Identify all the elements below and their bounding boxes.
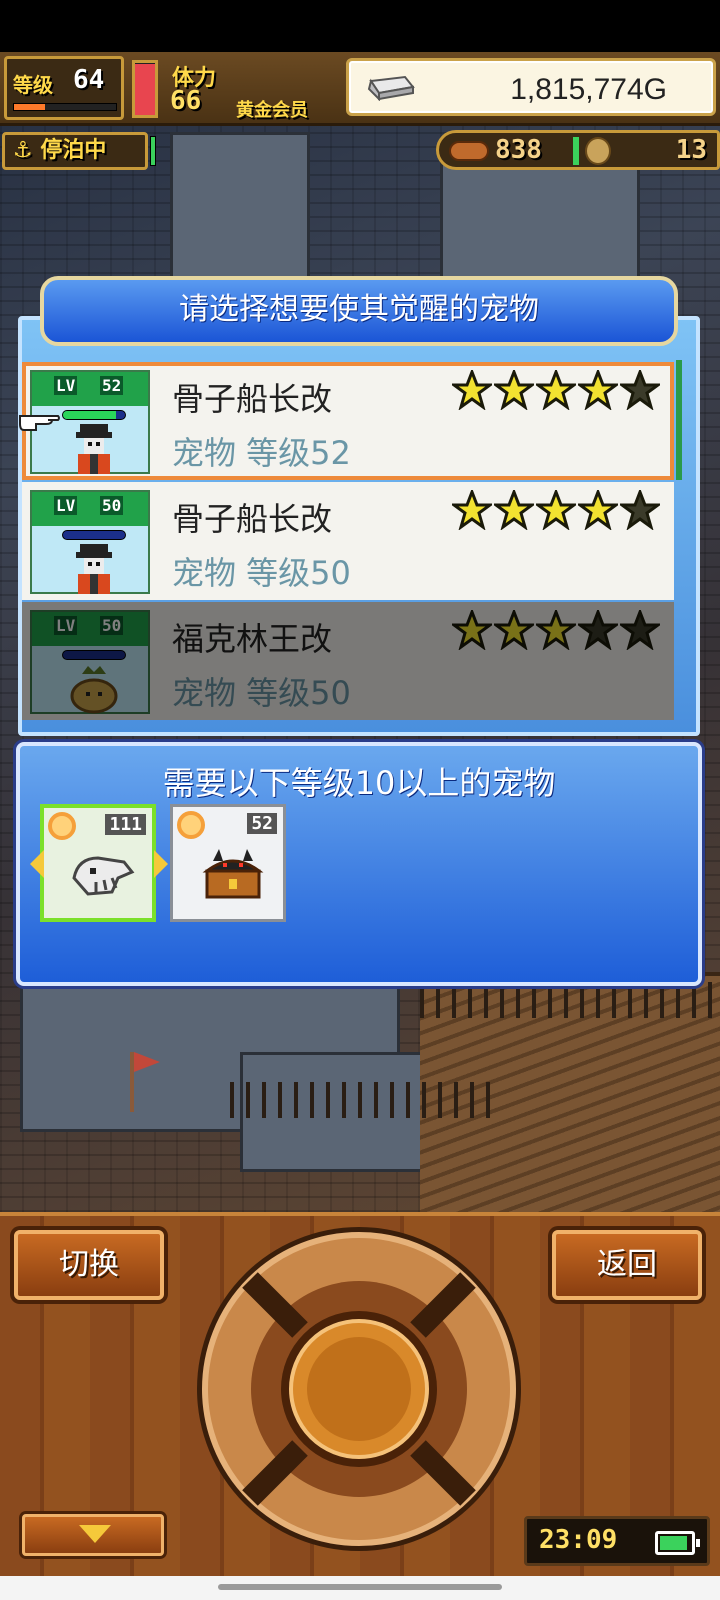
ring-badge-icon [48, 812, 76, 840]
silver-ingot-icon [367, 75, 415, 101]
pet-exp-bar [62, 650, 126, 660]
pet-row[interactable]: LV 50 福克林王改 宠物 等级50 [22, 602, 674, 720]
arrow-right-icon[interactable] [154, 850, 168, 878]
clock-time: 23:09 [539, 1525, 618, 1555]
pet-lv-tag: LV [54, 496, 78, 515]
pet-lv-tag: LV [54, 616, 78, 635]
treasure-chest-cat-sprite [202, 849, 264, 899]
player-level-box: 等级 64 [4, 56, 124, 120]
pet-level-number: 50 [100, 616, 124, 635]
dock-status-text: 停泊中 [40, 138, 107, 163]
pet-level-info: 宠物 等级52 [172, 434, 351, 472]
pouch-creature-sprite [70, 666, 118, 714]
skeleton-captain-sprite [76, 544, 112, 594]
pet-list[interactable]: LV 52 骨子船长改 宠物 等级52 LV 50 骨子船长改 宠物 等级50 … [19, 362, 674, 722]
gold-display[interactable]: 1,815,774G [346, 58, 716, 116]
pet-level-number: 50 [100, 496, 124, 515]
pet-name: 骨子船长改 [172, 500, 333, 538]
required-pet-slot[interactable]: 52 [170, 804, 286, 922]
back-button[interactable]: 返回 [552, 1230, 702, 1300]
bone-dragon-sprite [72, 856, 135, 896]
star-filled-icon [536, 490, 576, 530]
gold-value: 1,815,774G [510, 73, 667, 106]
star-filled-icon [494, 490, 534, 530]
arrow-left-icon[interactable] [30, 850, 44, 878]
level-label: 等级 [13, 73, 53, 97]
status-bar: 等级 64 体力 66 黄金会员 1,815,774G [0, 52, 720, 126]
star-filled-icon [452, 610, 492, 650]
scroll-down-button[interactable] [22, 1514, 164, 1556]
arrow-down-icon [79, 1525, 111, 1543]
dialog-title: 请选择想要使其觉醒的宠物 [40, 276, 678, 346]
pet-rarity-stars [452, 370, 660, 414]
home-indicator[interactable] [218, 1584, 502, 1590]
pet-level-info: 宠物 等级50 [172, 674, 351, 712]
required-pet-level: 111 [105, 814, 146, 835]
star-filled-icon [494, 610, 534, 650]
pet-rarity-stars [452, 490, 660, 534]
fire-badge-icon [177, 811, 205, 839]
pet-level-header [32, 612, 148, 646]
resource-bar: 838 13 [436, 130, 720, 170]
pet-lv-tag: LV [54, 376, 78, 395]
pet-exp-bar [62, 410, 126, 420]
pet-level-number: 52 [100, 376, 124, 395]
pet-thumbnail: LV 50 [30, 610, 150, 714]
dock-indicator [150, 136, 156, 166]
star-empty-icon [620, 370, 660, 410]
star-empty-icon [578, 610, 618, 650]
requirement-panel: 需要以下等级10以上的宠物 111 52 [16, 742, 702, 986]
level-progress-bar [13, 103, 117, 111]
stamina-gauge-fill [135, 64, 155, 115]
pet-name: 福克林王改 [172, 620, 333, 658]
pet-level-info: 宠物 等级50 [172, 554, 351, 592]
secondary-status-bar: ⚓ 停泊中 838 13 [0, 128, 720, 172]
star-filled-icon [452, 490, 492, 530]
direction-pad[interactable] [192, 1222, 526, 1556]
required-pet-slot[interactable]: 111 [30, 804, 168, 922]
red-flag [130, 1052, 160, 1112]
switch-button[interactable]: 切换 [14, 1230, 164, 1300]
pet-level-header [32, 492, 148, 526]
list-scrollbar[interactable] [676, 360, 682, 480]
star-filled-icon [578, 490, 618, 530]
pet-row[interactable]: LV 52 骨子船长改 宠物 等级52 [19, 362, 674, 480]
pet-row[interactable]: LV 50 骨子船长改 宠物 等级50 [22, 482, 674, 600]
food-value: 838 [495, 135, 542, 165]
required-pet-level: 52 [247, 813, 277, 834]
star-filled-icon [578, 370, 618, 410]
pointing-hand-icon [19, 415, 60, 431]
star-filled-icon [536, 610, 576, 650]
ship-railing [420, 982, 720, 1018]
system-nav-bar [0, 1576, 720, 1600]
dock-status-badge: ⚓ 停泊中 [2, 132, 148, 170]
star-empty-icon [620, 610, 660, 650]
skeleton-captain-sprite [76, 424, 112, 474]
gold-member-badge: 黄金会员 [236, 100, 308, 121]
battery-fill [660, 1536, 687, 1550]
battery-icon [655, 1531, 700, 1555]
star-empty-icon [620, 490, 660, 530]
clock-display: 23:09 [524, 1516, 710, 1566]
pet-name: 骨子船长改 [172, 380, 333, 418]
level-progress-fill [14, 104, 45, 110]
pet-rarity-stars [452, 610, 660, 654]
star-filled-icon [536, 370, 576, 410]
bridge-railing [230, 1082, 490, 1118]
pet-exp-fill [63, 411, 116, 419]
requirement-title: 需要以下等级10以上的宠物 [162, 764, 556, 802]
pet-level-header [32, 372, 148, 406]
coin-icon [585, 137, 611, 165]
coin-value: 13 [675, 135, 707, 165]
stamina-gauge [132, 60, 158, 118]
level-value: 64 [73, 65, 105, 95]
pet-exp-bar [62, 530, 126, 540]
meat-icon [449, 141, 489, 161]
stamina-value: 66 [170, 86, 202, 116]
resource-divider [573, 137, 579, 165]
star-filled-icon [494, 370, 534, 410]
star-filled-icon [452, 370, 492, 410]
pet-thumbnail: LV 50 [30, 490, 150, 594]
